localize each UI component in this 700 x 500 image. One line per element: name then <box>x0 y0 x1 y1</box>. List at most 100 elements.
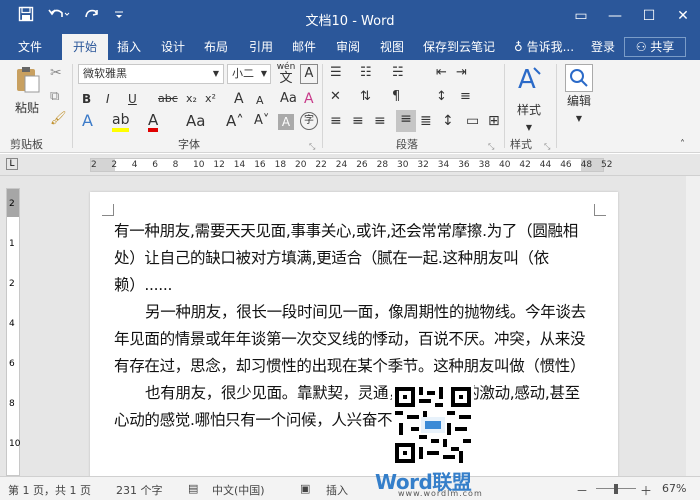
minimize-button[interactable]: — <box>598 0 632 34</box>
ruler-tick-label: 30 <box>397 160 409 170</box>
enclose-char-button[interactable]: 字 <box>300 112 318 130</box>
tab-review[interactable]: 审阅 <box>329 34 367 60</box>
tab-references[interactable]: 引用 <box>242 34 280 60</box>
redo-icon[interactable] <box>84 6 100 27</box>
align-right-icon[interactable]: ≡ <box>374 112 386 130</box>
close-button[interactable]: ✕ <box>666 0 700 34</box>
paste-button[interactable]: 粘贴 <box>10 64 44 118</box>
line-spacing-2-icon[interactable]: ↕ <box>442 112 454 130</box>
ruler-bar: L 2 2 4 6 8 10 12 14 16 18 20 22 24 26 28 30 32 34 36 38 40 4… <box>0 154 700 176</box>
editing-button[interactable]: 编辑 ▼ <box>562 64 596 128</box>
italic-button[interactable]: I <box>106 90 110 108</box>
tab-selector-icon[interactable]: L <box>6 158 18 170</box>
ruler-tick-label: 6 <box>152 160 158 170</box>
tab-home[interactable]: 开始 <box>62 34 108 60</box>
horizontal-ruler[interactable]: 2 2 4 6 8 10 12 14 16 18 20 22 24 26 28 30 32 34 36 38 40 42 4… <box>90 158 612 172</box>
styles-button[interactable]: A 样式 ▼ <box>510 64 548 137</box>
tab-layout[interactable]: 布局 <box>197 34 235 60</box>
bullets-icon[interactable]: ☰ <box>330 64 342 82</box>
customize-qat-icon[interactable] <box>114 6 124 27</box>
ruler-tick-label: 8 <box>172 160 179 170</box>
page-count-status[interactable]: 第 1 页，共 1 页 <box>8 482 91 498</box>
vertical-ruler[interactable]: 2 1 2 4 6 8 10 <box>6 188 20 476</box>
align-center-icon[interactable]: ≡ <box>352 112 364 130</box>
grow-font-button[interactable]: A <box>234 90 244 108</box>
asian-typography-icon[interactable]: ↕ <box>436 88 447 106</box>
text-effects-button[interactable]: A <box>82 112 93 130</box>
undo-icon[interactable] <box>48 6 70 27</box>
lightbulb-icon: ♁ <box>513 40 523 54</box>
align-left-icon[interactable]: ≡ <box>330 112 342 130</box>
character-border-button[interactable]: A <box>300 64 318 84</box>
copy-icon[interactable]: ⧉ <box>50 88 59 106</box>
paste-label: 粘贴 <box>14 101 39 115</box>
vertical-scrollbar[interactable] <box>686 176 700 476</box>
multilevel-list-icon[interactable]: ☵ <box>392 64 404 82</box>
search-icon <box>565 64 593 92</box>
superscript-button[interactable]: x² <box>205 90 216 108</box>
zoom-out-icon[interactable]: － <box>576 482 588 499</box>
sort-icon[interactable]: ⇅ <box>360 88 371 106</box>
zoom-slider-thumb[interactable] <box>614 484 618 494</box>
distributed-icon[interactable]: ≣ <box>420 112 432 130</box>
aa-button[interactable]: Aa <box>186 112 205 130</box>
document-page[interactable]: 有一种朋友,需要天天见面,事事关心,或许,还会常常摩擦.为了（圆融相处）让自己的… <box>90 192 618 482</box>
bold-button[interactable]: B <box>82 90 91 108</box>
tab-view[interactable]: 视图 <box>373 34 411 60</box>
zoom-level[interactable]: 67% <box>662 482 686 495</box>
line-spacing-icon[interactable]: ≡ <box>460 88 471 106</box>
collapse-ribbon-icon[interactable]: ˄ <box>680 136 685 154</box>
underline-button[interactable]: U <box>128 90 137 108</box>
tell-me-search[interactable]: ♁ 告诉我... <box>508 34 580 60</box>
numbering-icon[interactable]: ☷ <box>360 64 372 82</box>
quick-access-toolbar <box>18 6 124 27</box>
tab-save-to-cloud[interactable]: 保存到云笔记 <box>418 34 500 60</box>
ruler-tick-label: 4 <box>131 160 138 170</box>
shading-icon[interactable]: ▭ <box>466 112 479 130</box>
border-a-label: A <box>304 66 314 81</box>
tab-mailings[interactable]: 邮件 <box>285 34 323 60</box>
increase-indent-icon[interactable]: ⇥ <box>456 64 467 82</box>
maximize-button[interactable]: ☐ <box>632 0 666 34</box>
clear-formatting-button[interactable]: A <box>304 90 314 108</box>
change-a-button[interactable]: A˅ <box>254 112 269 130</box>
save-icon[interactable] <box>18 6 34 27</box>
show-hide-marks-icon[interactable]: ¶ <box>392 88 400 106</box>
grow-a-button[interactable]: A˄ <box>226 112 244 130</box>
font-name-combo[interactable]: 微软雅黑 ▼ <box>78 64 224 84</box>
sign-in-link[interactable]: 登录 <box>585 34 621 60</box>
char-shading-button[interactable]: A <box>278 114 294 130</box>
borders-icon[interactable]: ⊞ <box>488 112 500 130</box>
tab-file[interactable]: 文件 <box>8 34 52 60</box>
strikethrough-button[interactable]: abc <box>158 90 178 108</box>
highlight-button[interactable]: ab <box>112 112 130 132</box>
language-status[interactable]: 中文(中国) <box>212 482 265 498</box>
subscript-button[interactable]: x₂ <box>186 90 197 108</box>
format-painter-icon[interactable]: 🖌 <box>50 110 67 128</box>
cut-icon[interactable]: ✂ <box>50 64 62 82</box>
wen-char-icon: 文 <box>279 71 293 86</box>
change-case-button[interactable]: Aa <box>280 90 297 108</box>
justify-icon[interactable]: ≡ <box>396 110 416 132</box>
font-size-combo[interactable]: 小二 ▼ <box>227 64 271 84</box>
phonetic-guide-button[interactable]: wén 文 <box>276 62 296 85</box>
proofing-icon[interactable]: ▤ <box>188 482 198 495</box>
macro-icon[interactable]: ▣ <box>300 482 310 495</box>
group-divider <box>322 64 323 148</box>
vertical-ruler-tick-label: 8 <box>9 399 15 409</box>
shrink-font-button[interactable]: A <box>256 92 264 110</box>
paragraph-1: 有一种朋友,需要天天见面,事事关心,或许,还会常常摩擦.为了（圆融相处）让自己的… <box>114 222 578 294</box>
tab-insert[interactable]: 插入 <box>110 34 148 60</box>
decrease-indent-icon[interactable]: ⇤ <box>436 64 447 82</box>
font-color-button[interactable]: A <box>148 112 159 132</box>
word-count-status[interactable]: 231 个字 <box>116 482 163 498</box>
tab-design[interactable]: 设计 <box>154 34 192 60</box>
document-body[interactable]: 有一种朋友,需要天天见面,事事关心,或许,还会常常摩擦.为了（圆融相处）让自己的… <box>114 218 594 434</box>
chinese-layout-icon[interactable]: ✕ <box>330 88 341 106</box>
ribbon-display-button[interactable]: ▭ <box>564 0 598 34</box>
zoom-in-icon[interactable]: ＋ <box>640 482 652 499</box>
edit-mode-status[interactable]: 插入 <box>326 482 348 498</box>
vertical-ruler-tick-label: 10 <box>9 439 21 449</box>
share-button[interactable]: ⚇ 共享 <box>624 37 686 57</box>
ruler-tick-label: 36 <box>458 160 470 170</box>
